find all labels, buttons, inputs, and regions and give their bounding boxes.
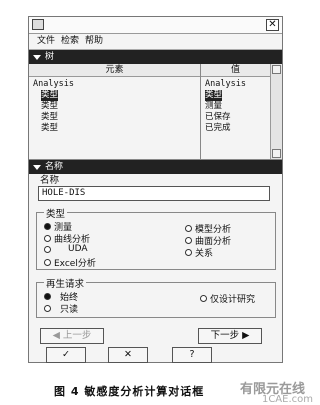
watermark-site: 1CAE.com — [261, 394, 313, 405]
radio-dot — [185, 237, 192, 244]
radio-dot — [200, 295, 207, 302]
name-section-header[interactable]: 名称 — [29, 160, 282, 174]
value-row[interactable]: 已完成 — [205, 123, 266, 134]
radio-label: Excel分析 — [54, 259, 96, 269]
next-step-button[interactable]: 下一步 ▶ — [198, 328, 262, 344]
window-icon — [32, 19, 44, 30]
tree-row-selected[interactable]: 类型 — [41, 90, 59, 101]
ok-button[interactable]: ✓ — [46, 347, 86, 363]
radio-dot — [44, 305, 51, 312]
figure-caption: 图 4 敏感度分析计算对话框 — [54, 385, 205, 398]
tree-row[interactable]: 类型 — [41, 101, 196, 112]
tree-row[interactable]: Analysis — [33, 79, 196, 90]
cancel-button[interactable]: ✕ — [108, 347, 148, 363]
value-row[interactable]: 测量 — [205, 101, 266, 112]
radio-label: 关系 — [195, 249, 214, 259]
title-bar: ✕ — [29, 17, 282, 34]
tree-row[interactable]: 类型 — [41, 123, 196, 134]
radio-dot-selected — [44, 293, 51, 300]
radio-label: UDA — [68, 244, 88, 254]
radio-label: 仅设计研究 — [210, 295, 256, 305]
radio-uda[interactable]: UDA — [44, 244, 88, 254]
close-button[interactable]: ✕ — [266, 19, 279, 31]
radio-label: 只读 — [60, 305, 79, 315]
values-scrollbar[interactable] — [270, 64, 282, 159]
values-list: Analysis 类型 测量 已保存 已完成 — [201, 77, 270, 136]
value-row-selected[interactable]: 类型 — [205, 90, 223, 101]
prev-step-button[interactable]: ◀ 上一步 — [40, 328, 104, 344]
collapse-triangle-icon — [33, 164, 41, 170]
tree-section-title: 树 — [45, 52, 55, 62]
radio-dot — [44, 259, 51, 266]
scroll-up-icon[interactable] — [272, 65, 281, 74]
tree-panel: 元素 Analysis 类型 类型 类型 类型 值 Analysis 类型 测量… — [29, 64, 282, 160]
menu-bar: 文件 检索 帮助 — [29, 34, 282, 50]
menu-item-help[interactable]: 帮助 — [85, 34, 103, 49]
radio-dot — [185, 225, 192, 232]
radio-dot — [44, 245, 51, 253]
radio-design-study-only[interactable]: 仅设计研究 — [200, 292, 255, 305]
values-column-header: 值 — [201, 64, 270, 77]
request-group-label: 再生请求 — [44, 276, 87, 290]
radio-read-only[interactable]: 只读 — [44, 302, 78, 315]
name-input[interactable]: HOLE-DIS — [38, 186, 270, 201]
radio-dot — [185, 249, 192, 256]
elements-list: Analysis 类型 类型 类型 类型 — [29, 77, 200, 136]
radio-excel-analysis[interactable]: Excel分析 — [44, 256, 96, 269]
name-label: 名称 — [40, 175, 60, 186]
values-column: 值 Analysis 类型 测量 已保存 已完成 — [201, 64, 282, 159]
radio-dot — [44, 235, 51, 242]
scroll-down-icon[interactable] — [272, 149, 281, 158]
value-row[interactable]: 已保存 — [205, 112, 266, 123]
tree-row[interactable]: 类型 — [41, 112, 196, 123]
radio-relation[interactable]: 关系 — [185, 246, 213, 259]
type-group-label: 类型 — [44, 206, 68, 220]
help-button[interactable]: ? — [172, 347, 212, 363]
menu-item-search[interactable]: 检索 — [61, 34, 79, 49]
elements-column: 元素 Analysis 类型 类型 类型 类型 — [29, 64, 201, 159]
menu-item-file[interactable]: 文件 — [37, 34, 55, 49]
collapse-triangle-icon — [33, 54, 41, 60]
value-row[interactable]: Analysis — [205, 79, 266, 90]
tree-section-header[interactable]: 树 — [29, 50, 282, 64]
radio-dot-selected — [44, 223, 51, 230]
elements-column-header: 元素 — [29, 64, 200, 77]
